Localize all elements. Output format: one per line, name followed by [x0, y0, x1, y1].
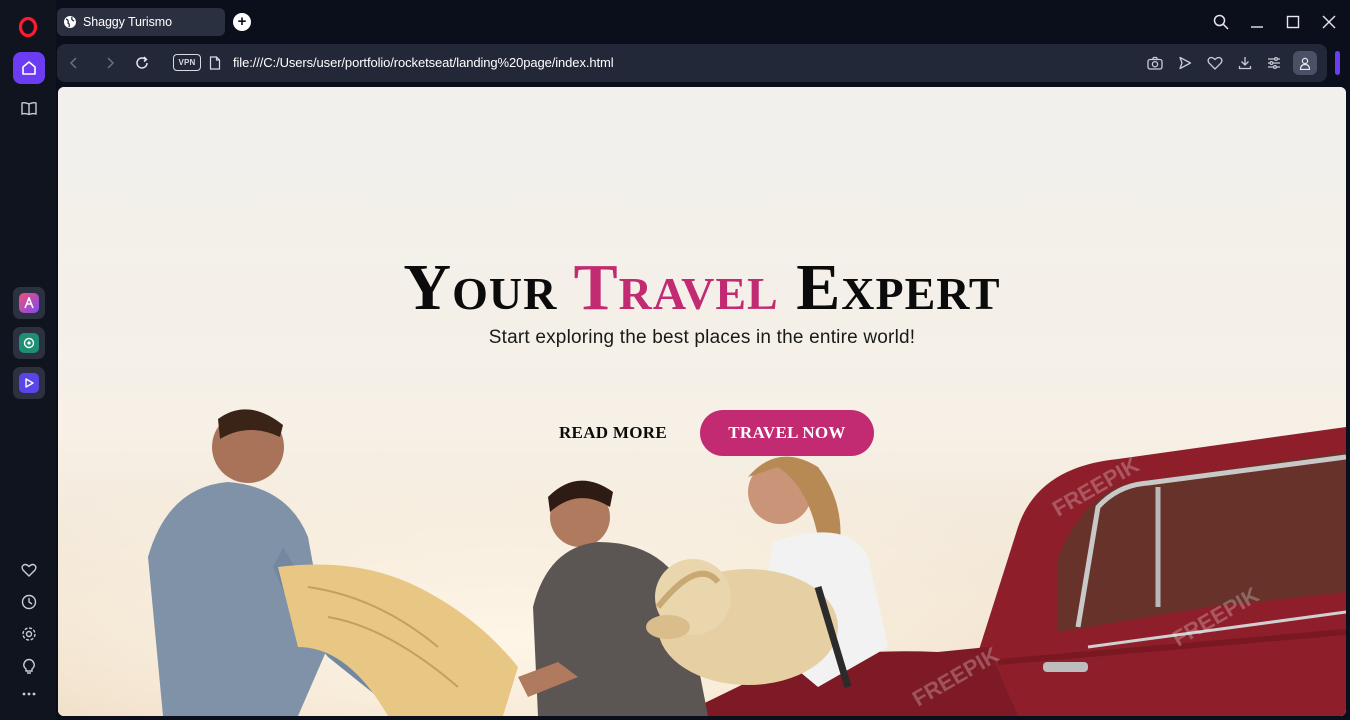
- back-icon[interactable]: [64, 53, 84, 73]
- maximize-icon[interactable]: [1283, 12, 1303, 32]
- vpn-badge[interactable]: VPN: [173, 54, 201, 71]
- more-icon[interactable]: [13, 678, 45, 710]
- page-viewport: FREEPIK FREEPIK FREEPIK Your Travel Expe…: [58, 87, 1346, 716]
- hero-subtitle: Start exploring the best places in the e…: [488, 327, 916, 348]
- tab-title: Shaggy Turismo: [83, 15, 172, 29]
- hero-photo: FREEPIK FREEPIK FREEPIK: [58, 87, 1346, 716]
- home-icon[interactable]: [13, 52, 45, 84]
- history-icon[interactable]: [13, 586, 45, 618]
- new-tab-button[interactable]: +: [233, 13, 251, 31]
- file-icon: [205, 53, 225, 73]
- read-more-button[interactable]: READ MORE: [548, 410, 678, 456]
- url-field[interactable]: file:///C:/Users/user/portfolio/rocketse…: [233, 55, 614, 70]
- reader-icon[interactable]: [13, 92, 45, 124]
- hero-title-part1: Your: [403, 251, 558, 324]
- settings-icon[interactable]: [13, 618, 45, 650]
- travel-now-button[interactable]: TRAVEL NOW: [700, 410, 874, 456]
- bookmark-heart-icon[interactable]: [1206, 54, 1224, 72]
- hero-title-part2: Expert: [796, 251, 1001, 324]
- send-icon[interactable]: [1176, 54, 1194, 72]
- reload-icon[interactable]: [132, 53, 152, 73]
- browser-tab[interactable]: Shaggy Turismo: [57, 8, 225, 36]
- hero-title: Your Travel Expert: [58, 250, 1346, 326]
- search-icon[interactable]: [1211, 12, 1231, 32]
- hero-title-accent: Travel: [573, 251, 779, 324]
- download-icon[interactable]: [1236, 54, 1254, 72]
- player-icon[interactable]: [13, 367, 45, 399]
- easy-setup-icon[interactable]: [1265, 54, 1283, 72]
- aria-icon[interactable]: [13, 287, 45, 319]
- globe-icon: [64, 16, 76, 28]
- close-icon[interactable]: [1319, 12, 1339, 32]
- opera-logo-icon[interactable]: [18, 17, 38, 37]
- minimize-icon[interactable]: [1247, 12, 1267, 32]
- browser-sidebar: [0, 0, 56, 720]
- profile-icon[interactable]: [1293, 51, 1317, 75]
- heart-icon[interactable]: [13, 554, 45, 586]
- sidebar-accent-bar: [1335, 51, 1340, 75]
- forward-icon[interactable]: [100, 53, 120, 73]
- address-bar: VPN file:///C:/Users/user/portfolio/rock…: [57, 44, 1327, 82]
- chatgpt-icon[interactable]: [13, 327, 45, 359]
- camera-icon[interactable]: [1146, 54, 1164, 72]
